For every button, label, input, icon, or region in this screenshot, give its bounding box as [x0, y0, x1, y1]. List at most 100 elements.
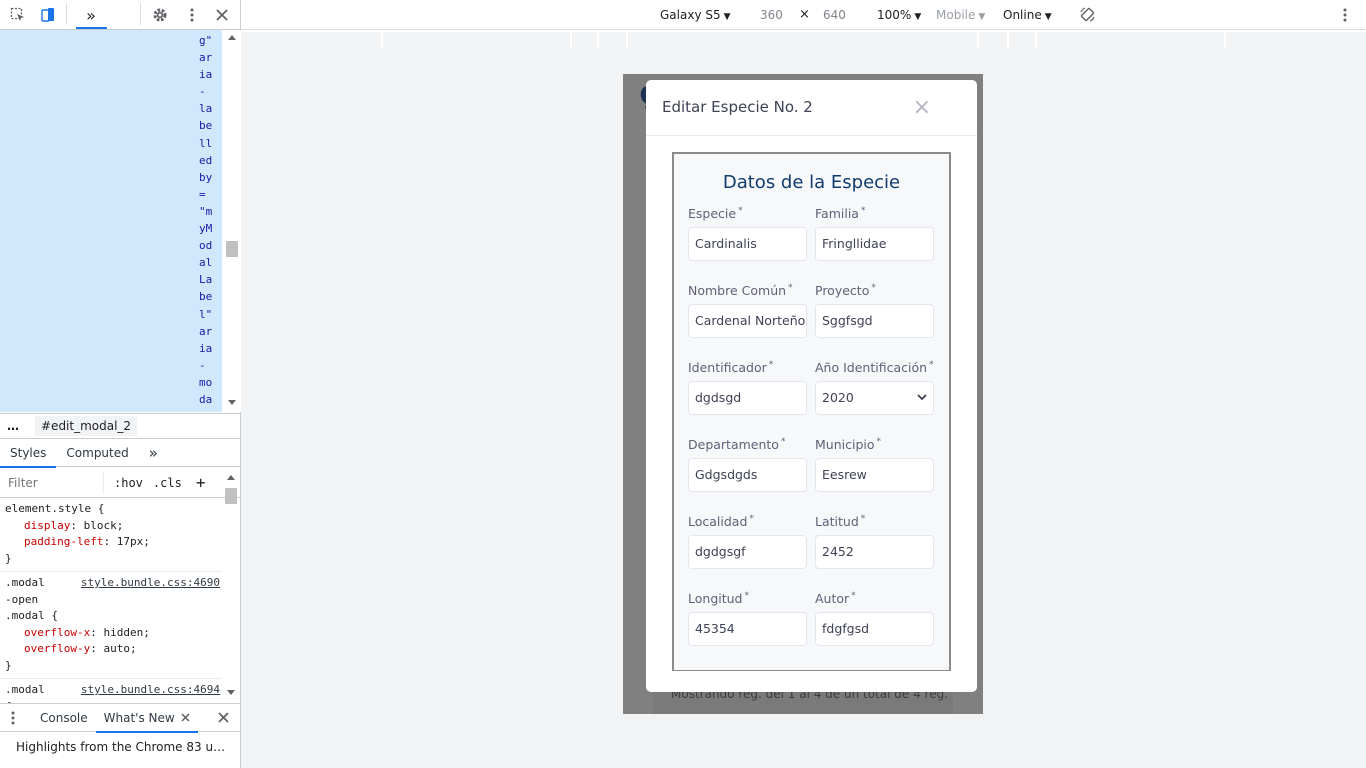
text-input[interactable]: Sggfsgd	[815, 304, 934, 338]
text-input[interactable]: Fringllidae	[815, 227, 934, 261]
width-input[interactable]: 360	[760, 8, 783, 22]
close-tab-icon[interactable]	[181, 713, 190, 722]
year-select[interactable]: 2020	[815, 381, 934, 415]
modal-header: Editar Especie No. 2 ×	[646, 80, 977, 136]
scrollbar-thumb[interactable]	[225, 488, 237, 504]
zoom-select[interactable]: 100% ▼	[877, 8, 921, 22]
required-asterisk: *	[780, 437, 786, 447]
css-property-value: hidden;	[103, 625, 150, 639]
rule-selector: element.style {	[5, 502, 105, 515]
close-devtools-icon[interactable]	[211, 4, 233, 26]
device-toolbar-menu-icon[interactable]	[1343, 8, 1347, 25]
required-asterisk: *	[851, 591, 856, 601]
text-input[interactable]: Cardinalis	[688, 227, 807, 261]
field-label-text: Localidad	[688, 514, 748, 530]
text-input[interactable]: Gdgsdgds	[688, 458, 807, 492]
network-value: Online	[1003, 8, 1042, 22]
height-input[interactable]: 640	[823, 8, 846, 22]
style-rule[interactable]: .modal -open .modal {style.bundle.css:46…	[0, 572, 222, 679]
field-label-text: Identificador	[688, 360, 767, 376]
kebab-menu-icon[interactable]	[181, 4, 203, 26]
elements-text-line: be	[199, 290, 213, 304]
drawer-menu-icon[interactable]	[0, 711, 26, 725]
elements-text-line: by	[199, 170, 213, 184]
more-tabs-icon[interactable]: »	[139, 439, 168, 467]
scrollbar-thumb[interactable]	[226, 241, 238, 257]
css-declaration[interactable]: overflow-x: hidden;	[5, 625, 217, 642]
styles-filter-input[interactable]	[4, 471, 104, 494]
text-input[interactable]: fdgfgsd	[815, 612, 934, 646]
form-field: Identificador * dgdsgd	[688, 360, 807, 415]
chevron-down-icon: ▼	[914, 12, 922, 22]
elements-scrollbar[interactable]	[224, 30, 240, 412]
modal-close-button[interactable]: ×	[913, 97, 931, 119]
style-rule[interactable]: element.style { display: block; padding-le…	[0, 498, 222, 572]
elements-text-line: ed	[199, 153, 213, 167]
ruler-mark	[1007, 32, 1009, 49]
field-label-text: Año Identificación	[815, 360, 928, 376]
css-declaration[interactable]: display: block;	[5, 518, 217, 535]
rule-source-link[interactable]: style.bundle.css:4694	[81, 682, 220, 699]
breadcrumb-node[interactable]: #edit_modal_2	[35, 416, 138, 436]
field-label: Departamento *	[688, 437, 807, 452]
field-label: Especie *	[688, 206, 807, 221]
required-asterisk: *	[788, 283, 793, 293]
rule-source-link[interactable]: style.bundle.css:4690	[81, 575, 220, 592]
inspect-element-icon[interactable]	[7, 4, 29, 26]
elements-text-line: g"	[199, 34, 213, 47]
tab-whats-new-label: What's New	[103, 710, 175, 725]
css-property-name: padding-left	[24, 535, 104, 548]
tab-styles[interactable]: Styles	[0, 439, 57, 468]
text-input[interactable]: dgdgsgf	[688, 535, 807, 569]
style-rule[interactable]: .modal {style.bundle.css:4694	[0, 679, 222, 703]
text-input[interactable]: Cardenal Norteño	[688, 304, 807, 338]
elements-text-line: ar	[199, 324, 213, 338]
elements-text-line: al	[199, 256, 213, 270]
media-query-ruler[interactable]	[241, 32, 1366, 49]
more-panels-icon[interactable]: »	[80, 4, 102, 26]
tab-computed[interactable]: Computed	[56, 439, 138, 467]
tab-console[interactable]: Console	[32, 704, 96, 732]
form-field: Autor * fdgfgsd	[815, 591, 934, 646]
new-rule-plus-icon[interactable]: +	[196, 473, 206, 492]
text-input[interactable]: Eesrew	[815, 458, 934, 492]
elements-tree[interactable]: g" ar ia - la be ll ed by = "m yM od al La be l" ar ia - mo d…	[0, 30, 241, 412]
whats-new-highlight[interactable]: Highlights from the Chrome 83 u…	[0, 733, 240, 768]
field-label-text: Longitud	[688, 591, 743, 607]
form-field: Familia * Fringllidae	[815, 206, 934, 261]
modal-title: Editar Especie No. 2	[662, 98, 813, 116]
tab-whats-new[interactable]: What's New	[95, 704, 198, 733]
rotate-icon[interactable]	[1079, 6, 1096, 26]
network-throttle-select[interactable]: Online ▼	[1003, 8, 1052, 22]
chevron-down-icon: ▼	[723, 12, 731, 22]
field-label: Identificador *	[688, 360, 807, 375]
styles-scrollbar[interactable]	[223, 470, 239, 700]
elements-text-line: l"	[199, 307, 213, 321]
elements-node-text: g" ar ia - la be ll ed by = "m yM od al La be l" ar ia - mo d…	[199, 32, 221, 408]
ruler-mark	[977, 32, 979, 49]
css-colon: :	[90, 625, 104, 639]
text-input[interactable]: dgdsgd	[688, 381, 807, 415]
required-asterisk: *	[929, 360, 934, 370]
close-drawer-icon[interactable]	[218, 712, 229, 726]
text-input[interactable]: 2452	[815, 535, 934, 569]
device-select[interactable]: Galaxy S5 ▼	[660, 8, 731, 22]
styles-rules: element.style { display: block; padding-le…	[0, 498, 222, 703]
hover-state-toggle[interactable]: :hov	[114, 476, 143, 490]
elements-text-line: ar	[199, 51, 213, 65]
field-label-text: Proyecto	[815, 283, 870, 299]
device-type-select[interactable]: Mobile ▼	[936, 8, 985, 22]
class-toggle[interactable]: .cls	[153, 476, 182, 490]
scroll-up-arrow-icon[interactable]	[227, 475, 235, 480]
text-input[interactable]: 45354	[688, 612, 807, 646]
device-toolbar-icon[interactable]	[37, 4, 59, 26]
css-declaration[interactable]: padding-left: 17px;	[5, 534, 217, 551]
scroll-up-arrow-icon[interactable]	[228, 35, 236, 40]
scroll-down-arrow-icon[interactable]	[227, 690, 235, 695]
css-declaration[interactable]: overflow-y: auto;	[5, 641, 217, 658]
scroll-down-arrow-icon[interactable]	[228, 400, 236, 405]
settings-gear-icon[interactable]	[149, 4, 171, 26]
field-label-text: Municipio	[815, 437, 875, 453]
input-value: 2452	[822, 544, 854, 559]
breadcrumb-ellipsis[interactable]: …	[7, 419, 19, 433]
